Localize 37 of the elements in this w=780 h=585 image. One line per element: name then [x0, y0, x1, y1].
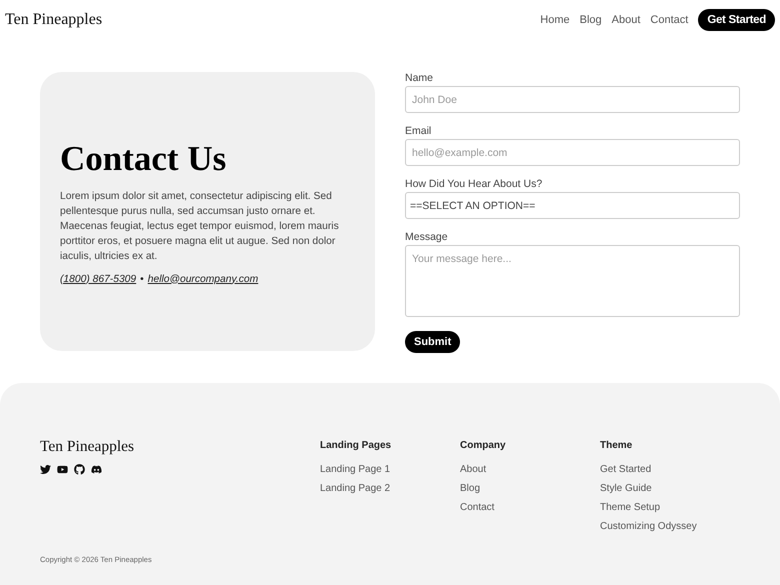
phone-link[interactable]: (1800) 867-5309 — [60, 274, 136, 284]
field-label: Message — [405, 231, 449, 243]
footer-link[interactable]: Get Started — [600, 464, 740, 475]
nav-link[interactable]: Home — [540, 14, 570, 26]
footer-link[interactable]: Landing Page 2 — [320, 483, 460, 494]
get-started-button[interactable]: Get Started — [698, 9, 775, 31]
input-field[interactable]: hello@example.com — [405, 139, 740, 166]
nav-link[interactable]: Blog — [580, 14, 602, 26]
intro-paragraph: Lorem ipsum dolor sit amet, consectetur adipiscing elit. Sed pellentesque purus nulla, sed accumsan justo ornare et. Maecenas feugiat, lectus eget tempor euismod, lorem mauris porttitor eros, et posuere magna elit ut augue. Sed non dolor iaculis, ultricies ex at. — [60, 190, 340, 264]
play-icon[interactable] — [57, 464, 68, 475]
email-link[interactable]: hello@ourcompany.com — [148, 274, 258, 284]
footer-heading: Company — [460, 440, 507, 451]
field-label: Email — [405, 125, 432, 137]
bird-icon[interactable] — [40, 464, 51, 475]
footer-logo[interactable]: Ten Pineapples — [40, 438, 320, 456]
field-label: Name — [405, 72, 434, 84]
footer-link[interactable]: About — [460, 464, 600, 475]
controller-icon[interactable] — [91, 464, 102, 475]
field-label: How Did You Hear About Us? — [405, 178, 544, 190]
footer-link[interactable]: Landing Page 1 — [320, 464, 460, 475]
page-title: Contact Us — [60, 138, 228, 178]
cat-icon[interactable] — [74, 464, 85, 475]
site-logo[interactable]: Ten Pineapples — [5, 11, 102, 29]
footer-heading: Landing Pages — [320, 440, 392, 451]
nav-link[interactable]: Contact — [650, 14, 688, 26]
nav-link[interactable]: About — [612, 14, 640, 26]
footer-link[interactable]: Theme Setup — [600, 502, 740, 513]
footer-heading: Theme — [600, 440, 634, 451]
input-field[interactable]: John Doe — [405, 86, 740, 113]
footer-link[interactable]: Contact — [460, 502, 600, 513]
footer-link[interactable]: Customizing Odyssey — [600, 521, 740, 532]
select-field[interactable]: ==SELECT AN OPTION== — [405, 192, 740, 219]
footer-link[interactable]: Blog — [460, 483, 600, 494]
message-field[interactable]: Your message here... — [405, 245, 740, 317]
submit-button[interactable]: Submit — [405, 331, 460, 353]
separator: • — [140, 274, 144, 284]
footer-link[interactable]: Style Guide — [600, 483, 740, 494]
